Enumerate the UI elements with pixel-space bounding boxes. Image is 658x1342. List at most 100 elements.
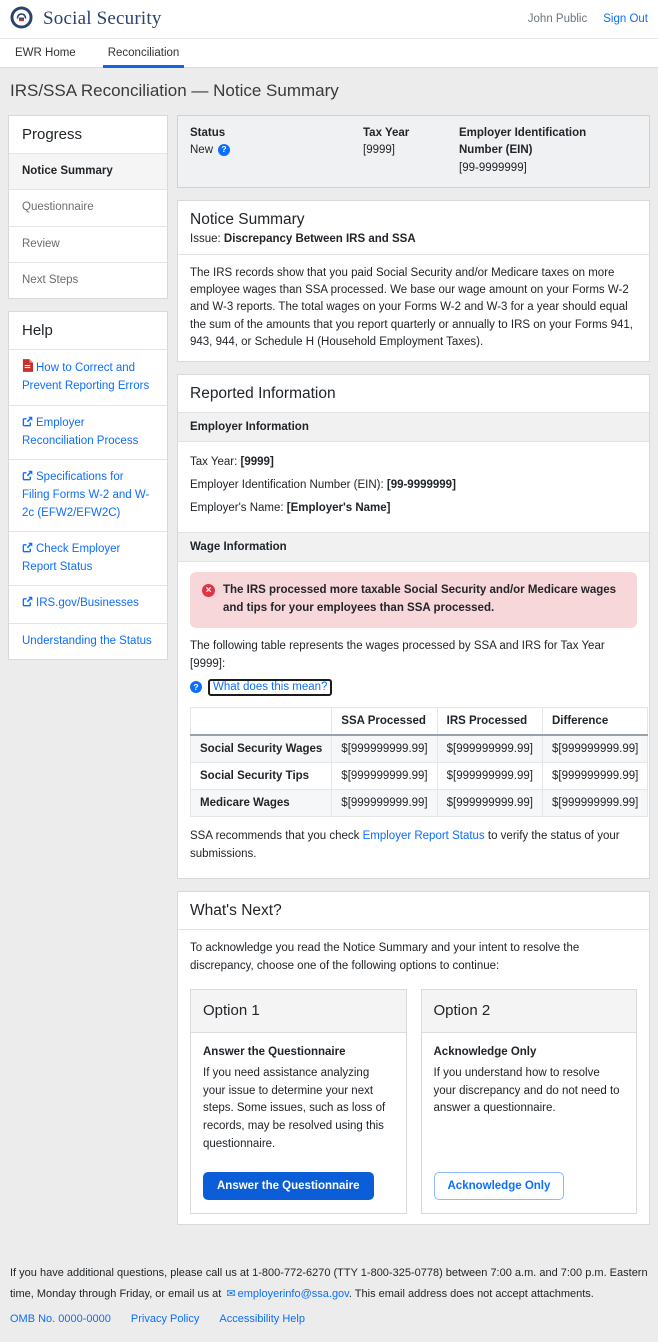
omb-number-link[interactable]: OMB No. 0000-0000 — [10, 1309, 111, 1330]
help-item: Specifications for Filing Forms W-2 and … — [9, 459, 167, 531]
page-footer: If you have additional questions, please… — [0, 1251, 658, 1342]
option-2-title: Option 2 — [421, 989, 636, 1034]
sidebar: Progress Notice Summary Questionnaire Re… — [8, 115, 168, 672]
wage-col-difference: Difference — [541, 706, 649, 736]
brand-title: Social Security — [43, 8, 162, 29]
row-label-ss-wages: Social Security Wages — [189, 734, 333, 763]
wage-table: SSA Processed IRS Processed Difference S… — [189, 706, 649, 817]
what-does-this-mean-link[interactable]: What does this mean? — [208, 678, 333, 696]
progress-step-notice-summary: Notice Summary — [9, 153, 167, 190]
wage-col-blank — [189, 706, 333, 736]
footer-links: OMB No. 0000-0000 Privacy Policy Accessi… — [10, 1309, 648, 1330]
recommend-line: SSA recommends that you check Employer R… — [190, 829, 620, 860]
employer-tax-year-line: Tax Year: [9999] — [190, 456, 274, 468]
reported-information-card: Reported Information Employer Informatio… — [177, 374, 650, 880]
accessibility-help-link[interactable]: Accessibility Help — [219, 1309, 305, 1330]
whats-next-intro: To acknowledge you read the Notice Summa… — [190, 942, 580, 973]
help-link-efw2-specifications[interactable]: Specifications for Filing Forms W-2 and … — [22, 470, 149, 519]
issue-line: Issue: Discrepancy Between IRS and SSA — [190, 233, 637, 245]
email-icon: ✉ — [226, 1288, 236, 1301]
employer-tax-year-value: [9999] — [240, 456, 274, 468]
option-2-heading: Acknowledge Only — [433, 1046, 537, 1059]
option-1-title: Option 1 — [191, 989, 406, 1034]
reported-information-header: Reported Information — [178, 375, 649, 412]
ssa-seal-logo — [10, 6, 33, 32]
issue-value: Discrepancy Between IRS and SSA — [223, 232, 416, 245]
sign-out-link[interactable]: Sign Out — [603, 13, 648, 25]
help-link-irs-gov-businesses[interactable]: IRS.gov/Businesses — [22, 596, 139, 609]
status-value-row: New? — [190, 142, 353, 159]
help-link-understanding-the-status[interactable]: Understanding the Status — [22, 635, 152, 647]
employer-information-body: Tax Year: [9999] Employer Identification… — [178, 442, 649, 532]
notice-summary-header: Notice Summary Issue: Discrepancy Betwee… — [178, 201, 649, 254]
employer-info-email-link[interactable]: employerinfo@ssa.gov — [238, 1288, 349, 1300]
progress-step-next-steps: Next Steps — [9, 261, 167, 298]
wage-information-body: × The IRS processed more taxable Social … — [178, 562, 649, 878]
status-bar: Status New? Tax Year [9999] Employer Ide… — [177, 115, 650, 188]
what-does-this-mean-row: ? What does this mean? — [190, 678, 637, 696]
ss-wages-ssa: $[999999999.99] — [331, 734, 438, 763]
header-user-area: John Public Sign Out — [528, 13, 648, 25]
error-alert-text: The IRS processed more taxable Social Se… — [223, 584, 617, 615]
tab-ewr-home[interactable]: EWR Home — [10, 39, 81, 68]
ss-tips-ssa: $[999999999.99] — [331, 761, 438, 790]
wage-table-header-row: SSA Processed IRS Processed Difference — [189, 706, 649, 736]
table-row: Medicare Wages $[999999999.99] $[9999999… — [189, 788, 649, 817]
tab-reconciliation[interactable]: Reconciliation — [102, 39, 185, 68]
option-1-heading: Answer the Questionnaire — [203, 1046, 346, 1059]
privacy-policy-link[interactable]: Privacy Policy — [131, 1309, 199, 1330]
option-1-card: Option 1 Answer the Questionnaire If you… — [190, 988, 407, 1214]
help-link-correct-prevent-errors[interactable]: How to Correct and Prevent Reporting Err… — [22, 359, 149, 392]
tax-year-label: Tax Year — [363, 127, 410, 139]
progress-panel: Progress Notice Summary Questionnaire Re… — [8, 115, 168, 299]
help-circle-icon[interactable]: ? — [190, 681, 202, 694]
external-link-icon — [22, 470, 33, 487]
option-2-body: Acknowledge Only If you understand how t… — [422, 1033, 637, 1212]
help-panel: Help How to Correct and Prevent Reportin… — [8, 311, 168, 660]
pdf-icon — [22, 359, 33, 378]
progress-step-questionnaire: Questionnaire — [9, 189, 167, 225]
help-item: Check Employer Report Status — [9, 530, 167, 586]
footer-contact-text: If you have additional questions, please… — [10, 1266, 648, 1301]
reported-information-title: Reported Information — [190, 385, 336, 402]
primary-nav: EWR Home Reconciliation — [0, 39, 658, 68]
page-title: IRS/SSA Reconciliation — Notice Summary — [10, 81, 339, 100]
option-1-body: Answer the Questionnaire If you need ass… — [191, 1033, 406, 1212]
row-label-medicare-wages: Medicare Wages — [189, 788, 333, 817]
employer-ein-value: [99-9999999] — [386, 478, 456, 491]
help-title: Help — [22, 322, 53, 339]
whats-next-title: What's Next? — [190, 902, 282, 920]
user-name: John Public — [527, 13, 588, 25]
wage-col-irs-processed: IRS Processed — [436, 706, 543, 736]
status-label: Status — [190, 127, 226, 139]
progress-steps: Notice Summary Questionnaire Review Next… — [9, 153, 167, 298]
option-2-description: If you understand how to resolve your di… — [433, 1066, 620, 1115]
page-title-bar: IRS/SSA Reconciliation — Notice Summary — [0, 68, 658, 113]
ss-wages-irs: $[999999999.99] — [436, 734, 543, 763]
wage-information-subheader: Wage Information — [178, 532, 649, 563]
table-row: Social Security Tips $[999999999.99] $[9… — [189, 761, 649, 790]
wage-table-intro: The following table represents the wages… — [190, 640, 605, 670]
status-help-icon[interactable]: ? — [218, 143, 231, 156]
option-2-card: Option 2 Acknowledge Only If you underst… — [420, 988, 637, 1214]
row-label-ss-tips: Social Security Tips — [189, 761, 333, 790]
help-link-employer-reconciliation-process[interactable]: Employer Reconciliation Process — [22, 416, 138, 447]
help-link-check-employer-report-status[interactable]: Check Employer Report Status — [22, 542, 120, 573]
main: Status New? Tax Year [9999] Employer Ide… — [177, 115, 650, 1237]
whats-next-card: What's Next? To acknowledge you read the… — [177, 891, 650, 1225]
ss-tips-irs: $[999999999.99] — [436, 761, 543, 790]
employer-name-line: Employer's Name: [Employer's Name] — [190, 501, 391, 514]
medicare-wages-ssa: $[999999999.99] — [331, 788, 438, 817]
progress-title: Progress — [22, 126, 83, 143]
ss-tips-diff: $[999999999.99] — [541, 761, 649, 790]
content: Progress Notice Summary Questionnaire Re… — [0, 113, 658, 1251]
medicare-wages-irs: $[999999999.99] — [436, 788, 543, 817]
answer-questionnaire-button[interactable]: Answer the Questionnaire — [203, 1171, 374, 1200]
page: Social Security John Public Sign Out EWR… — [0, 0, 658, 1342]
acknowledge-only-button[interactable]: Acknowledge Only — [433, 1171, 565, 1200]
ein-label: Employer Identification Number (EIN) — [459, 127, 587, 157]
ein-field: Employer Identification Number (EIN) [99… — [459, 125, 637, 177]
employer-report-status-link[interactable]: Employer Report Status — [363, 830, 485, 842]
notice-summary-card: Notice Summary Issue: Discrepancy Betwee… — [177, 199, 650, 362]
tax-year-value: [9999] — [363, 144, 395, 157]
